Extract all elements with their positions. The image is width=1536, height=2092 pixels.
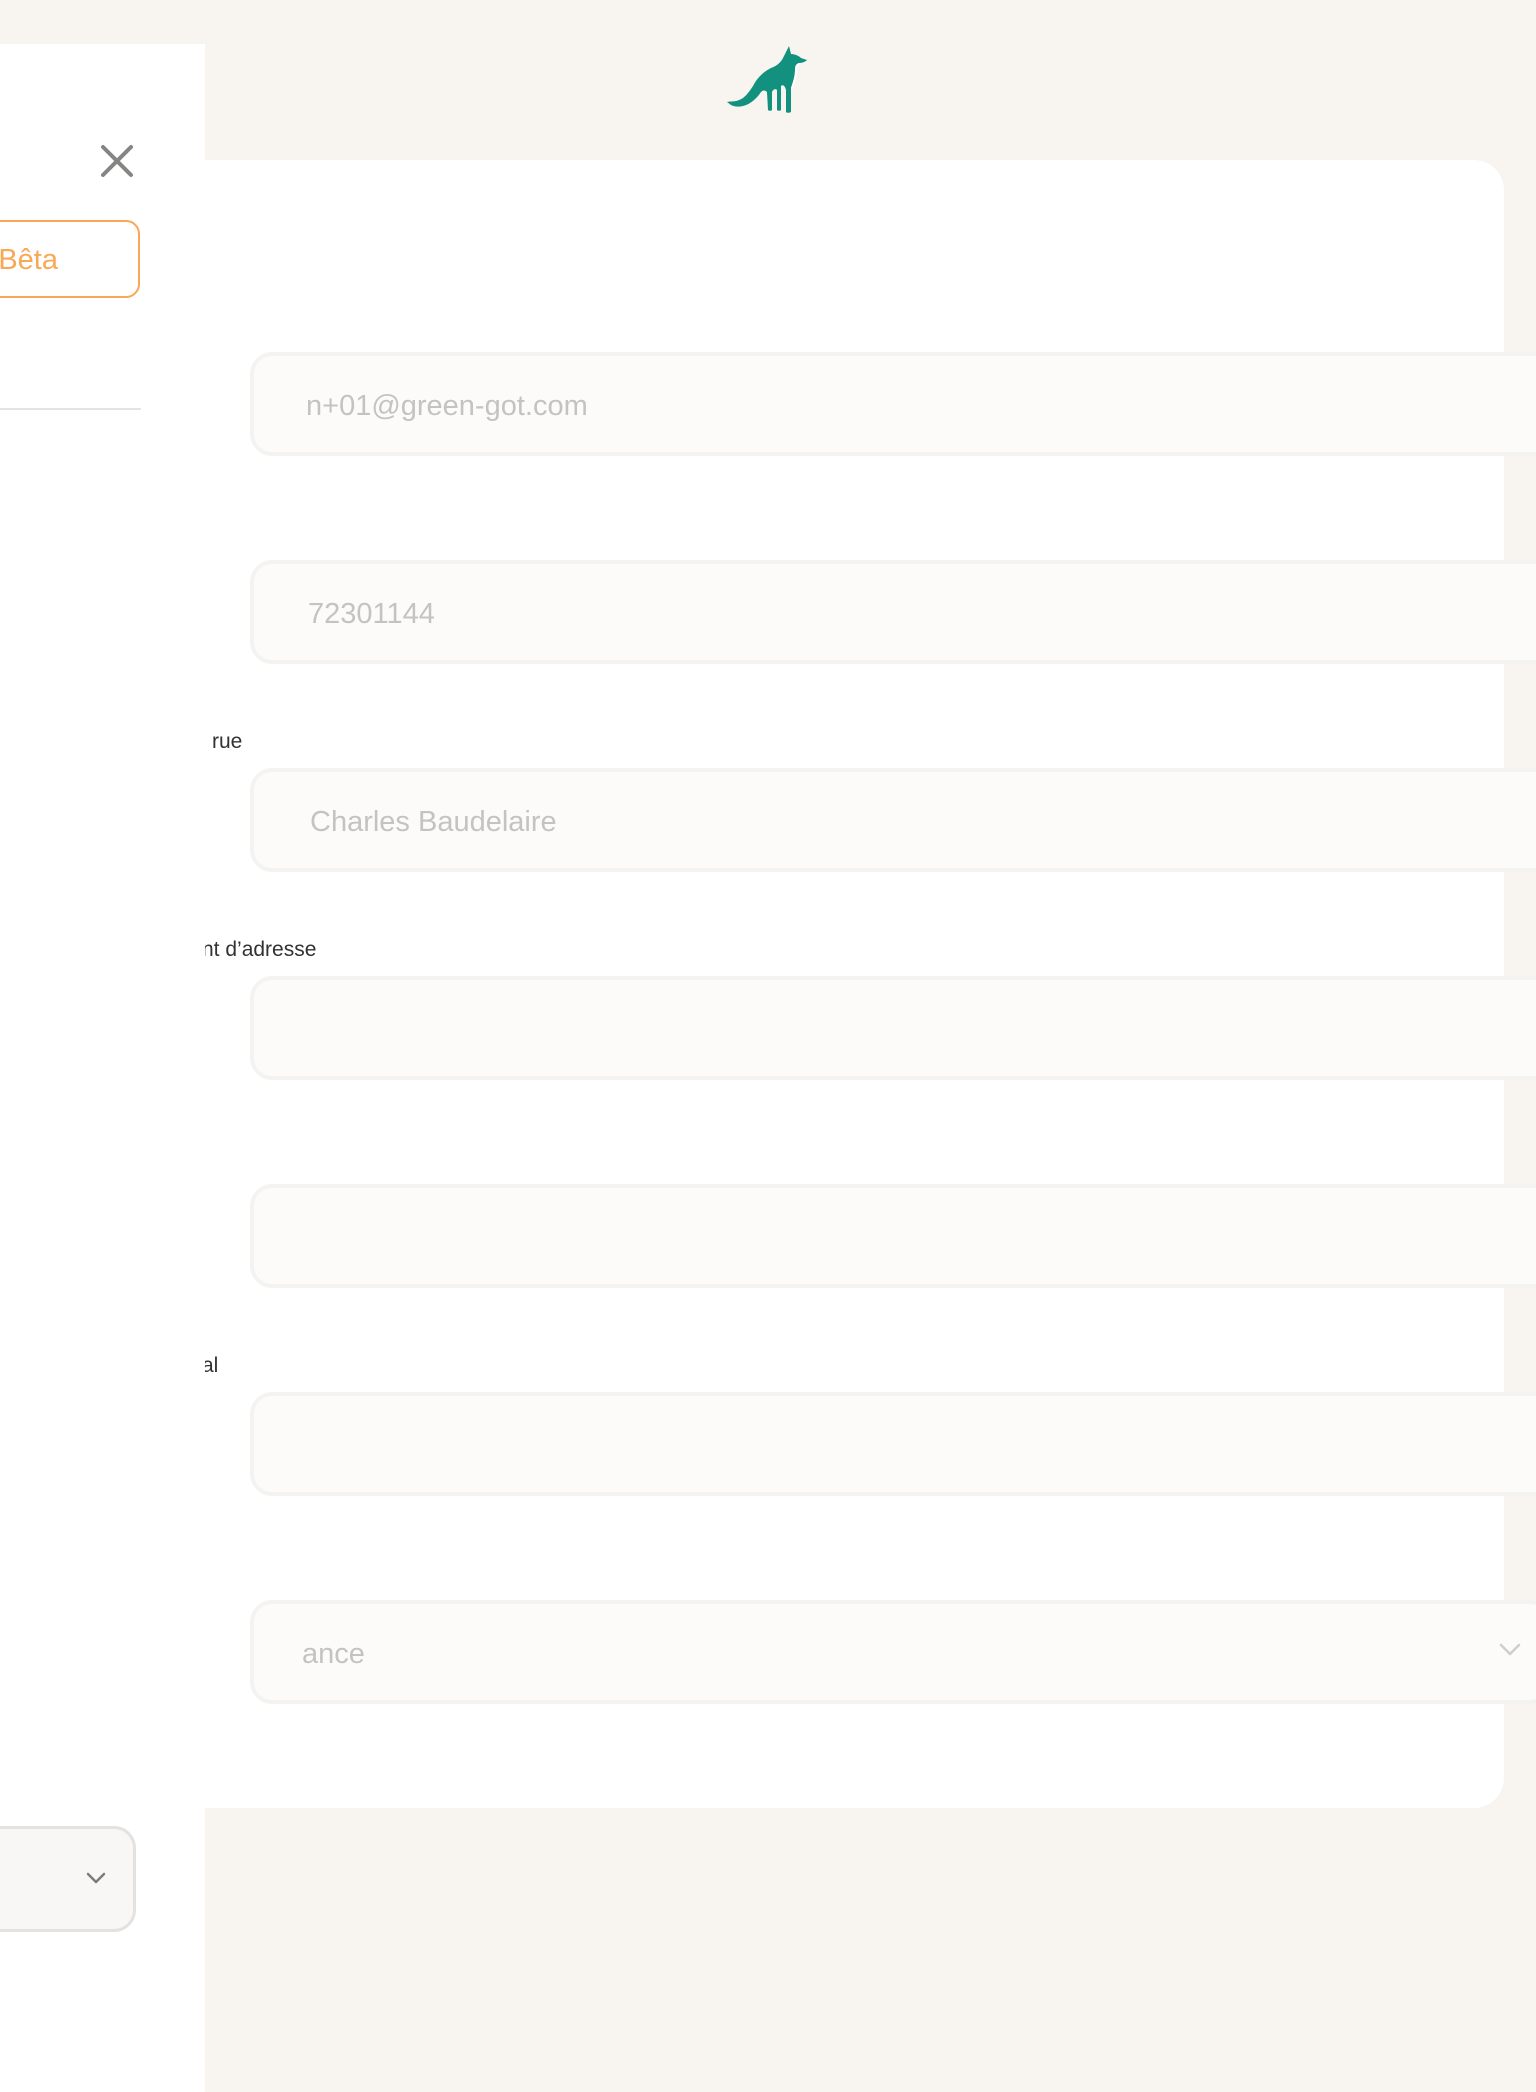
city-field[interactable] [250, 1184, 1536, 1288]
language-select[interactable] [0, 1826, 136, 1932]
address-complement-field[interactable] [250, 976, 1536, 1080]
page: nations personnelles n+01@green-got.com … [0, 0, 1536, 2092]
email-value: n+01@green-got.com [306, 390, 588, 422]
chevron-down-icon [86, 1872, 106, 1884]
drawer-divider [0, 408, 141, 410]
country-select[interactable]: ance [250, 1600, 1536, 1704]
personal-info-card: nations personnelles n+01@green-got.com … [150, 160, 1536, 1808]
fox-logo-icon [727, 46, 807, 113]
phone-field[interactable]: 72301144 [250, 560, 1536, 664]
chevron-down-icon [1499, 1643, 1521, 1656]
close-icon[interactable] [98, 142, 136, 180]
street-label: rue [212, 730, 243, 753]
country-value: ance [302, 1638, 365, 1670]
email-field[interactable]: n+01@green-got.com [250, 352, 1536, 456]
postal-code-field[interactable] [250, 1392, 1536, 1496]
address-complement-label: nt d’adresse [202, 938, 317, 961]
street-field[interactable]: Charles Baudelaire [250, 768, 1536, 872]
phone-value: 72301144 [308, 598, 435, 630]
beta-button[interactable]: Bêta [0, 220, 140, 298]
side-drawer: Bêta [0, 44, 205, 2092]
beta-button-label: Bêta [0, 244, 58, 276]
street-value: Charles Baudelaire [310, 806, 557, 838]
